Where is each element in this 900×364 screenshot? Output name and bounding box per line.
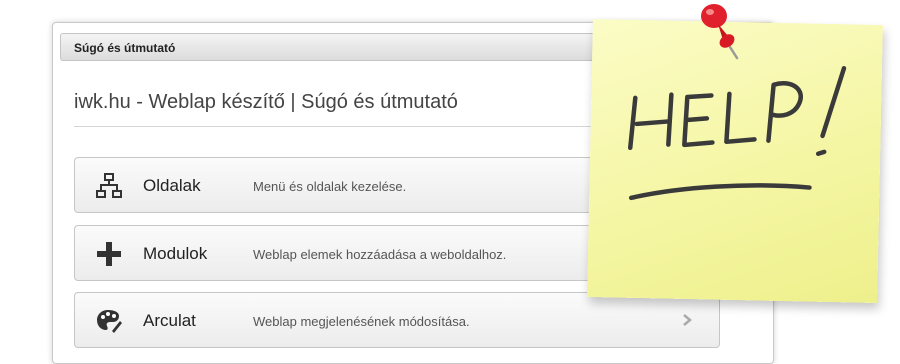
- menu-item-description: Weblap megjelenésének módosítása.: [253, 314, 470, 329]
- panel-header-title: Súgó és útmutató: [74, 41, 176, 55]
- menu-item-label: Modulok: [143, 244, 208, 263]
- menu-item-label: Arculat: [143, 311, 196, 330]
- menu-item-description: Menü és oldalak kezelése.: [253, 179, 407, 194]
- sitemap-icon: [95, 172, 123, 200]
- plus-icon: [95, 240, 123, 268]
- menu-item-arculat[interactable]: Arculat Weblap megjelenésének módosítása…: [74, 292, 720, 348]
- menu-item-label: Oldalak: [143, 176, 201, 195]
- help-handwriting: [628, 66, 847, 201]
- chevron-right-icon: [681, 313, 693, 327]
- help-sticky-note: [587, 18, 883, 304]
- page-title: iwk.hu - Weblap készítő | Súgó és útmuta…: [74, 91, 458, 113]
- palette-icon: [95, 307, 123, 335]
- push-pin-icon: [701, 4, 739, 60]
- menu-item-description: Weblap elemek hozzáadása a weboldalhoz.: [253, 247, 507, 262]
